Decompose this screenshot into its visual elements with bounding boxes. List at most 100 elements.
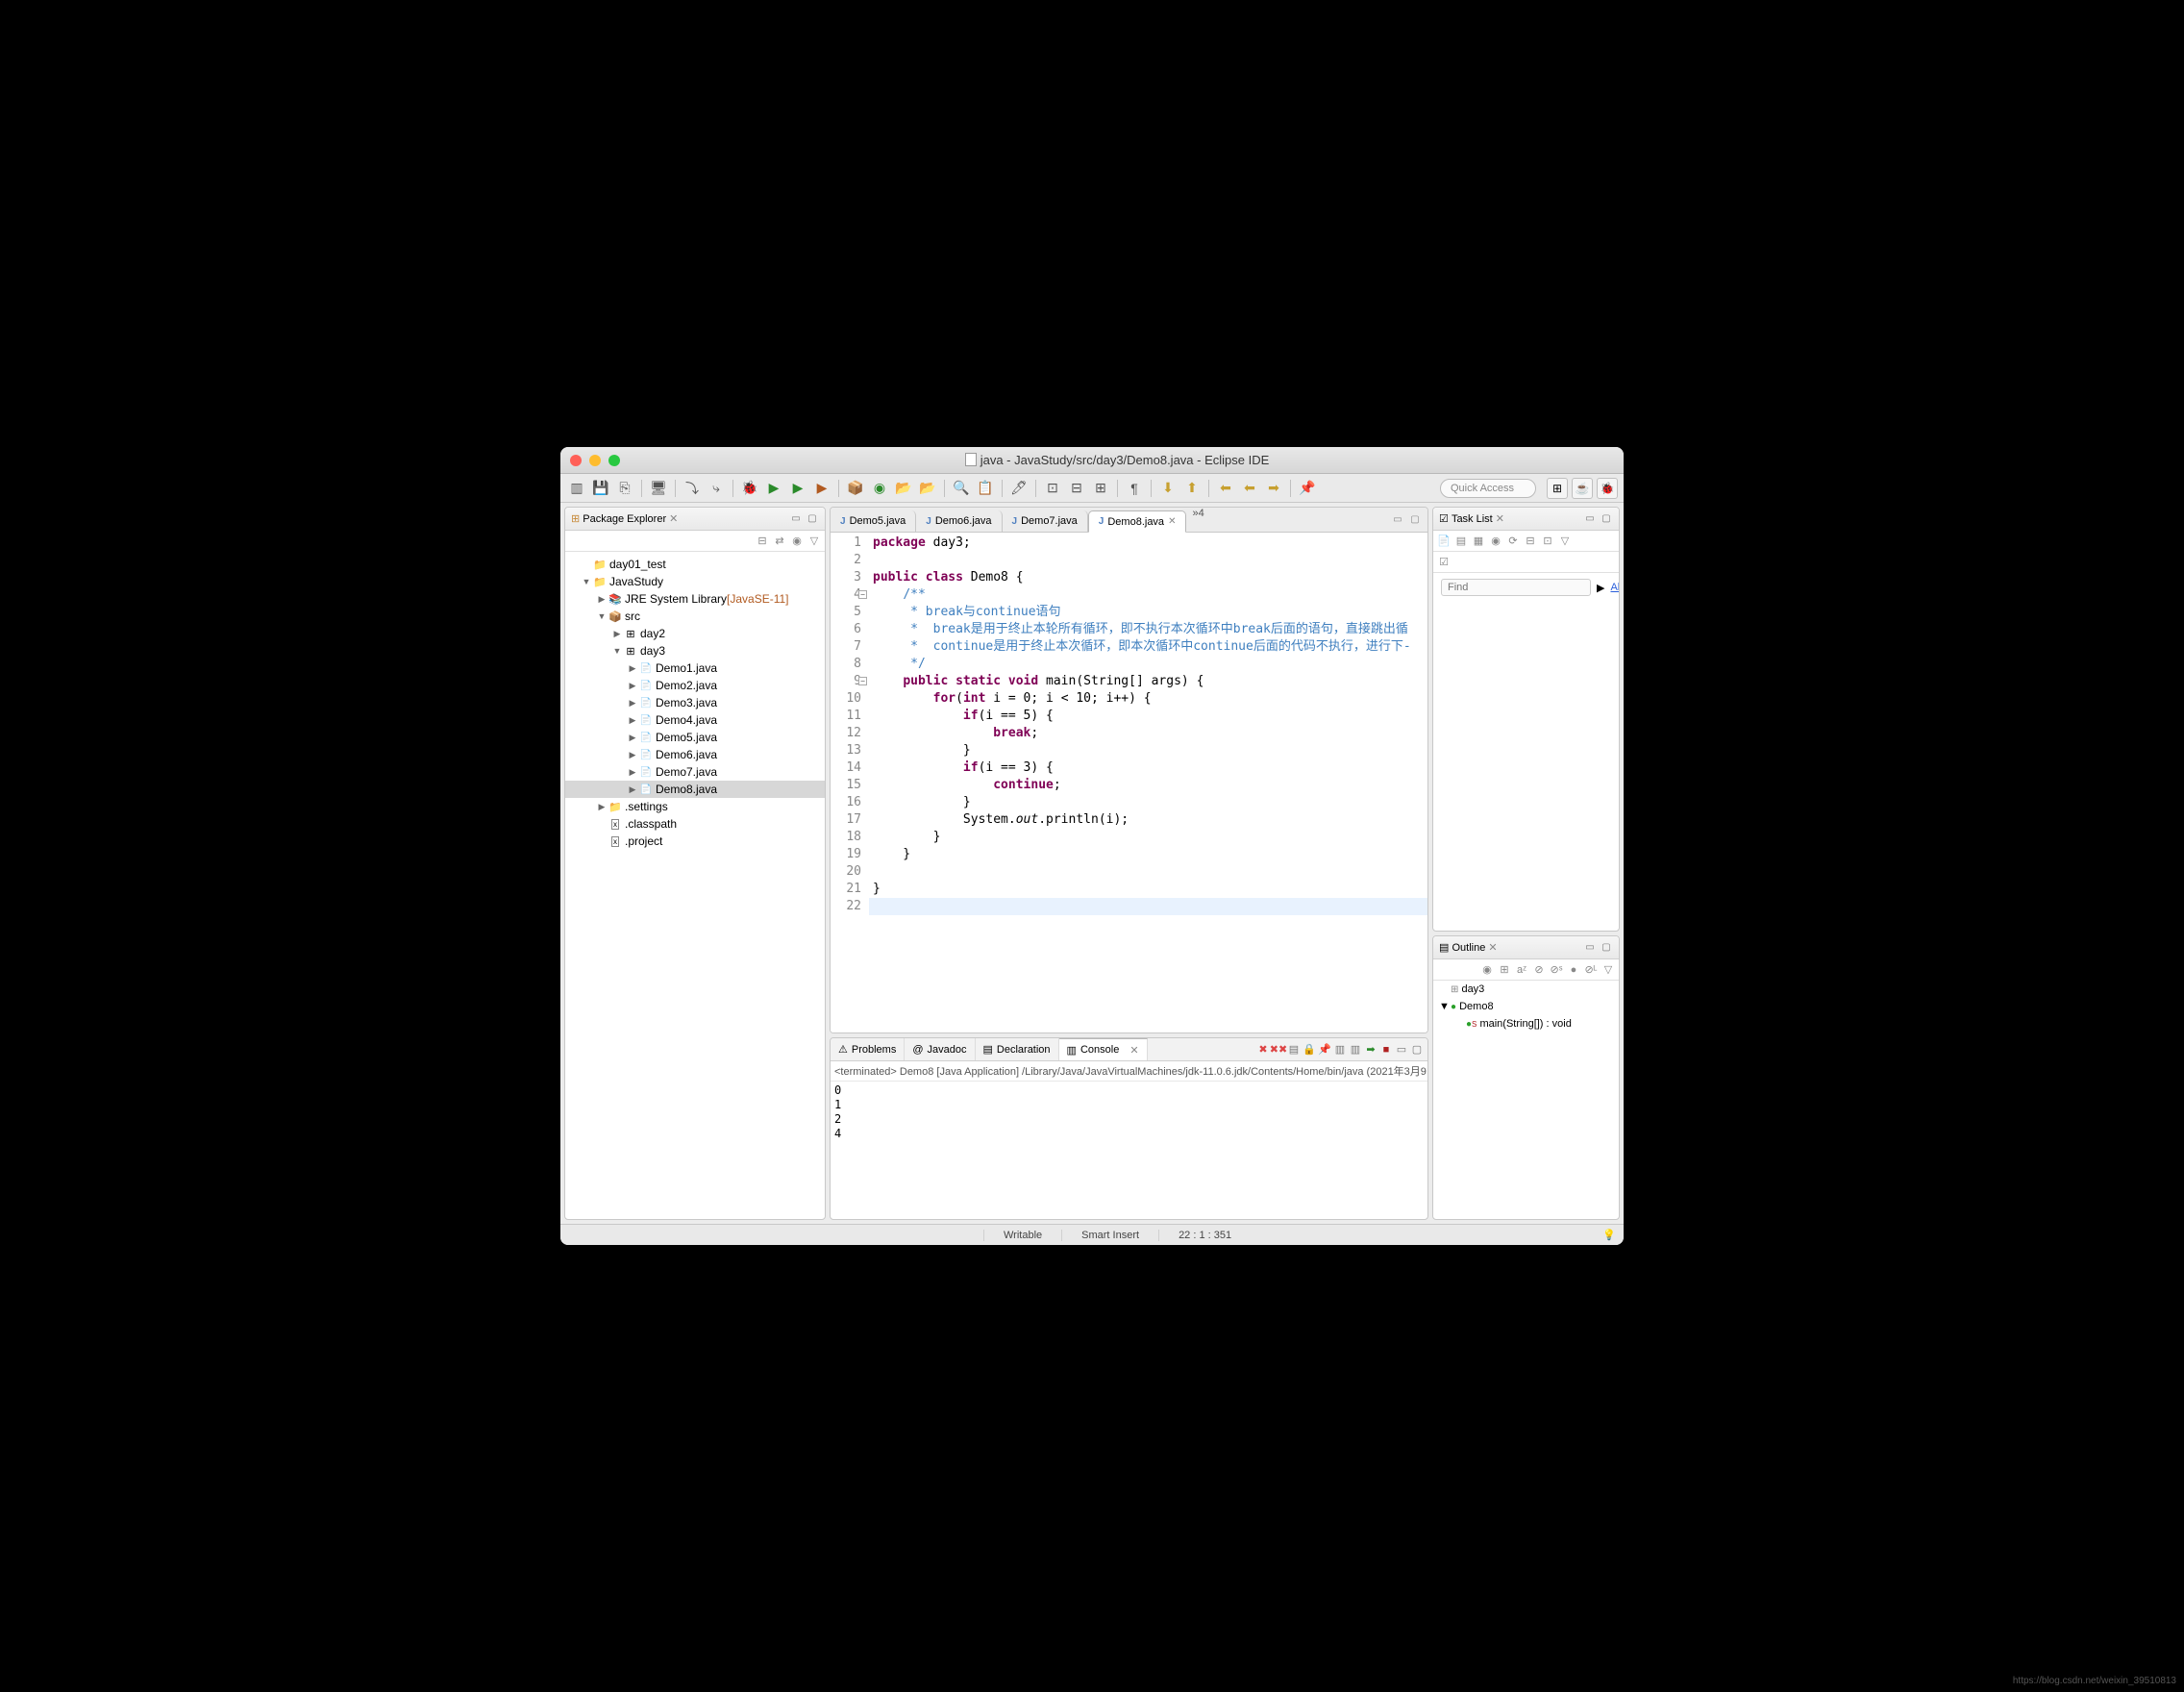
maximize-icon[interactable]: ▢ [1410,1043,1424,1057]
editor-tab-demo6-java[interactable]: JDemo6.java [916,510,1002,532]
hide-fields-icon[interactable]: ⊘ [1532,963,1546,977]
scroll-lock-icon[interactable]: 🔒 [1303,1043,1316,1057]
new-button[interactable]: ▥ [566,478,587,499]
bottom-tab-problems[interactable]: ⚠Problems [831,1038,905,1060]
tree-item--project[interactable]: x.project [565,833,825,850]
java-perspective[interactable]: ☕ [1572,478,1593,499]
minimize-button[interactable] [589,455,601,466]
highlight-pen-button[interactable]: 🖊 [1008,478,1030,499]
tree-item-demo5-java[interactable]: ▶📄Demo5.java [565,729,825,746]
link-editor-icon[interactable]: ⇄ [773,535,786,548]
editor-tab-demo5-java[interactable]: JDemo5.java [831,510,916,532]
remove-term-icon[interactable]: ✖✖ [1272,1043,1285,1057]
collapse-all-icon[interactable]: ⊟ [756,535,769,548]
view-menu-icon[interactable]: ▽ [807,535,821,548]
toggle-block-button[interactable]: ⊟ [1066,478,1087,499]
outline-tree[interactable]: ⊞ day3▼● Demo8●S main(String[]) : void [1433,981,1619,1033]
outline-item-main-string-void[interactable]: ●S main(String[]) : void [1433,1015,1619,1033]
remove-all-icon[interactable]: ✖ [1256,1043,1270,1057]
minimize-icon[interactable]: ▭ [1583,941,1597,955]
tree-item--settings[interactable]: ▶📁.settings [565,798,825,815]
bottom-tab-console[interactable]: ▥Console ✕ [1059,1038,1148,1060]
prev-annotation-button[interactable]: ⬆ [1181,478,1203,499]
debug-perspective[interactable]: 🐞 [1597,478,1618,499]
open-console-icon[interactable]: ▥ [1349,1043,1362,1057]
maximize-icon[interactable]: ▢ [1600,512,1613,526]
terminate-icon[interactable]: ➡ [1364,1043,1377,1057]
back-button[interactable]: ⬅ [1239,478,1260,499]
maximize-button[interactable] [608,455,620,466]
hide-local-icon[interactable]: ⊘ᴸ [1584,963,1598,977]
stop-icon[interactable]: ■ [1379,1043,1393,1057]
toggle-pilcrow-button[interactable]: ¶ [1124,478,1145,499]
tree-item-demo7-java[interactable]: ▶📄Demo7.java [565,763,825,781]
schedule-icon[interactable]: ▦ [1472,535,1485,548]
categorize-icon[interactable]: ▤ [1454,535,1468,548]
tree-item-demo1-java[interactable]: ▶📄Demo1.java [565,659,825,677]
coverage-button[interactable]: ▶ [787,478,808,499]
tip-icon[interactable]: 💡 [1602,1229,1624,1241]
toggle-ws-button[interactable]: ⊞ [1090,478,1111,499]
tree-item-src[interactable]: ▼📦src [565,608,825,625]
last-edit-button[interactable]: ⬅ [1215,478,1236,499]
tree-item-day3[interactable]: ▼⊞day3 [565,642,825,659]
open-type-button[interactable]: 📂 [893,478,914,499]
task-button[interactable]: 📋 [975,478,996,499]
package-explorer-tree[interactable]: 📁day01_test▼📁JavaStudy▶📚JRE System Libra… [565,552,825,1219]
hide-nonpublic-icon[interactable]: ● [1567,963,1580,977]
bottom-tab-declaration[interactable]: ▤Declaration [976,1038,1059,1060]
maximize-icon[interactable]: ▢ [1408,513,1422,527]
debug-step-button[interactable]: ⤷ [706,478,727,499]
tree-item-jre-system-library[interactable]: ▶📚JRE System Library [JavaSE-11] [565,590,825,608]
hide-icon[interactable]: ⊡ [1541,535,1554,548]
minimize-icon[interactable]: ▭ [1391,513,1404,527]
tree-item-demo4-java[interactable]: ▶📄Demo4.java [565,711,825,729]
forward-button[interactable]: ➡ [1263,478,1284,499]
tree-item-demo8-java[interactable]: ▶📄Demo8.java [565,781,825,798]
az-sort-icon[interactable]: aᶻ [1515,963,1528,977]
editor-tab-demo8-java[interactable]: JDemo8.java✕ [1088,510,1187,533]
tree-item-demo3-java[interactable]: ▶📄Demo3.java [565,694,825,711]
tree-item-day01_test[interactable]: 📁day01_test [565,556,825,573]
hide-static-icon[interactable]: ⊘ˢ [1550,963,1563,977]
new-class-button[interactable]: ◉ [869,478,890,499]
new-package-button[interactable]: 📦 [845,478,866,499]
maximize-icon[interactable]: ▢ [806,512,819,526]
maximize-icon[interactable]: ▢ [1600,941,1613,955]
pin-button[interactable]: 📌 [1297,478,1318,499]
new-task-icon[interactable]: 📄 [1437,535,1451,548]
quick-access-input[interactable]: Quick Access [1440,479,1536,498]
tree-item--classpath[interactable]: x.classpath [565,815,825,833]
view-menu-icon[interactable]: ▽ [1601,963,1615,977]
filter-all-link[interactable]: All [1610,582,1620,593]
clear-console-icon[interactable]: ▤ [1287,1043,1301,1057]
find-input[interactable] [1441,579,1591,596]
tree-item-demo2-java[interactable]: ▶📄Demo2.java [565,677,825,694]
tree-item-demo6-java[interactable]: ▶📄Demo6.java [565,746,825,763]
run-button[interactable]: ▶ [763,478,784,499]
editor-tab-demo7-java[interactable]: JDemo7.java [1003,510,1088,532]
view-menu-icon[interactable]: ▽ [1558,535,1572,548]
toggle-mark-button[interactable]: ⊡ [1042,478,1063,499]
overflow-tabs[interactable]: »4 [1186,508,1209,532]
debug-button[interactable]: 🐞 [739,478,760,499]
code-editor[interactable]: 1234−56789−10111213141516171819202122 pa… [831,533,1427,1033]
minimize-icon[interactable]: ▭ [1583,512,1597,526]
save-all-button[interactable]: ⎘ [614,478,635,499]
external-tools-button[interactable]: ▶ [811,478,832,499]
display-console-icon[interactable]: ▥ [1333,1043,1347,1057]
sort-icon[interactable]: ⊞ [1498,963,1511,977]
bottom-tab-javadoc[interactable]: @Javadoc [905,1038,975,1060]
search-button[interactable]: 🔍 [951,478,972,499]
close-button[interactable] [570,455,582,466]
pin-console-icon[interactable]: 📌 [1318,1043,1331,1057]
tree-item-javastudy[interactable]: ▼📁JavaStudy [565,573,825,590]
collapse-all-icon[interactable]: ⊟ [1524,535,1537,548]
focus-task-icon[interactable]: ◉ [790,535,804,548]
task-icon[interactable]: ☑ [1437,556,1451,569]
focus-icon[interactable]: ◉ [1489,535,1502,548]
sync-icon[interactable]: ⟳ [1506,535,1520,548]
tree-item-day2[interactable]: ▶⊞day2 [565,625,825,642]
save-button[interactable]: 💾 [590,478,611,499]
next-annotation-button[interactable]: ⬇ [1157,478,1179,499]
